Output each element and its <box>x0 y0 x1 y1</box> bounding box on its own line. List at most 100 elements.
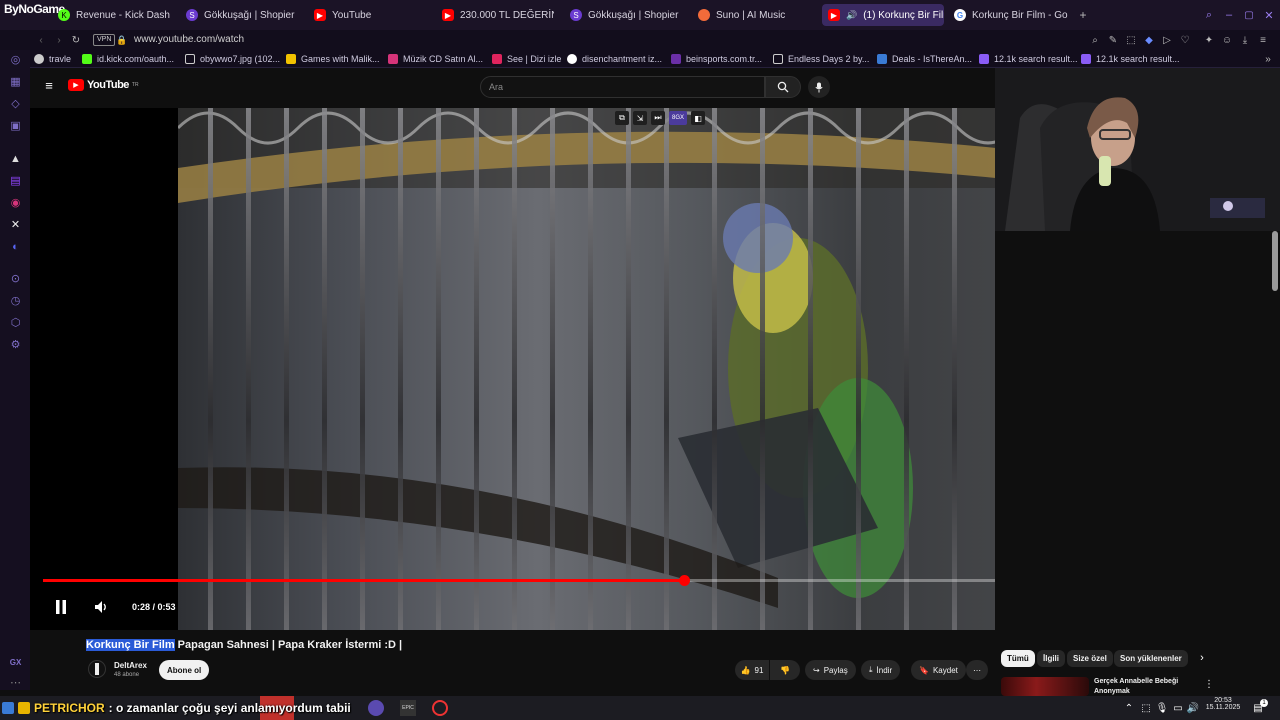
sidebar-speed-dial-icon[interactable]: ▦ <box>9 75 22 88</box>
sidebar-messenger-icon[interactable]: ▣ <box>9 119 22 132</box>
search-button[interactable] <box>765 76 801 98</box>
next-icon[interactable]: ⏭ <box>651 111 665 125</box>
tab-kick-dashboard[interactable]: K Revenue - Kick Dashboard <box>58 4 170 26</box>
taskbar-epic-icon[interactable]: EPIC <box>400 700 416 716</box>
bookmark-kick-oauth[interactable]: id.kick.com/oauth... <box>82 50 174 68</box>
bookmark-games[interactable]: Games with Malik... <box>286 50 380 68</box>
tab-suno[interactable]: Suno | AI Music <box>698 4 810 26</box>
tab-active-korkunc-film[interactable]: ▶ 🔊 (1) Korkunç Bir Film P <box>822 4 944 26</box>
recommendation-menu-icon[interactable]: ⋮ <box>1204 677 1214 691</box>
bookmark-beinsports[interactable]: beinsports.com.tr... <box>671 50 762 68</box>
bookmark-dizi[interactable]: See | Dizi izle <box>492 50 561 68</box>
reload-button[interactable]: ↻ <box>70 33 82 47</box>
zoom-icon[interactable]: ⌕ <box>1089 33 1101 47</box>
tab-shopier[interactable]: S Gökkuşağı | Shopier <box>186 4 298 26</box>
more-bookmarks-icon[interactable]: » <box>1262 52 1274 66</box>
chips-next-icon[interactable]: › <box>1195 651 1209 665</box>
tray-mic-icon[interactable]: 🎙 <box>1156 701 1169 715</box>
search-input[interactable]: Ara <box>480 76 765 98</box>
sidebar-instagram-icon[interactable]: ◉ <box>9 196 22 209</box>
sidebar-history-icon[interactable]: ◷ <box>9 294 22 307</box>
chip-ilgili[interactable]: İlgili <box>1037 650 1065 667</box>
minimize-button[interactable]: – <box>1222 8 1236 22</box>
bookmark-search-2[interactable]: 12.1k search result... <box>1081 50 1180 68</box>
audio-playing-icon[interactable]: 🔊 <box>846 10 857 21</box>
sidebar-ai-icon[interactable]: ◎ <box>9 53 22 66</box>
progress-bar[interactable] <box>43 575 1124 586</box>
tab-youtube[interactable]: ▶ YouTube <box>314 4 426 26</box>
sidebar-a-icon[interactable]: ▲ <box>9 152 22 165</box>
bookmark-muzik[interactable]: Müzik CD Satın Al... <box>388 50 483 68</box>
sidebar-x-icon[interactable]: ✕ <box>9 218 22 231</box>
share-button[interactable]: ↪ Paylaş <box>805 660 856 680</box>
bookmark-disenchantment[interactable]: disenchantment iz... <box>567 50 662 68</box>
menu-icon[interactable]: ≡ <box>1257 33 1269 47</box>
tray-clock[interactable]: 20:53 15.11.2025 <box>1205 697 1241 711</box>
save-button[interactable]: 🔖 Kaydet <box>911 660 966 680</box>
tray-app-icon[interactable]: ⬚ <box>1140 701 1152 715</box>
profile-icon[interactable]: ☺ <box>1221 33 1233 47</box>
bookmark-image[interactable]: obywwo7.jpg (102... <box>185 50 280 68</box>
screenshot-icon[interactable]: ⬚ <box>1125 33 1137 47</box>
sidebar-player-icon[interactable]: ◇ <box>9 97 22 110</box>
forward-button[interactable]: › <box>53 33 65 47</box>
pin-icon[interactable]: ✎ <box>1107 33 1119 47</box>
sidebar-pinboard-icon[interactable]: ⊙ <box>9 272 22 285</box>
bookmark-deals[interactable]: Deals - IsThereAn... <box>877 50 972 68</box>
url-field[interactable]: www.youtube.com/watch <box>134 34 244 45</box>
sidebar-twitch-icon[interactable]: ▤ <box>9 174 22 187</box>
search-tabs-icon[interactable]: ⌕ <box>1202 8 1216 22</box>
download-button[interactable]: ⤓ İndir <box>861 660 901 680</box>
voice-search-button[interactable] <box>808 76 830 98</box>
chip-son-yuklenenler[interactable]: Son yüklenenler <box>1114 650 1188 667</box>
subscribe-button[interactable]: Abone ol <box>159 660 210 680</box>
bookmark-travle[interactable]: travle <box>34 50 71 68</box>
video-frame-parrot-cage[interactable] <box>178 108 1124 630</box>
taskbar-app-discord-icon[interactable] <box>368 700 384 716</box>
tray-volume-icon[interactable]: 🔊 <box>1187 701 1199 715</box>
chip-tumu[interactable]: Tümü <box>1001 650 1035 667</box>
sidebar-extensions-icon[interactable]: ⬡ <box>9 316 22 329</box>
channel-avatar[interactable] <box>88 660 106 678</box>
taskbar-opera-icon[interactable] <box>432 700 448 716</box>
like-button[interactable]: 👍 91 <box>735 660 769 680</box>
download-icon[interactable]: ⤓ <box>1239 33 1251 47</box>
new-tab-button[interactable]: + <box>1076 8 1090 22</box>
sidebar-more-icon[interactable]: ⋯ <box>9 676 22 689</box>
tab-google-search[interactable]: G Korkunç Bir Film - Google <box>954 4 1068 26</box>
youtube-logo[interactable]: ▶ YouTube TR <box>68 79 139 91</box>
tray-expand-icon[interactable]: ⌃ <box>1123 701 1135 715</box>
extensions-icon[interactable]: ✦ <box>1203 33 1215 47</box>
hamburger-menu-icon[interactable]: ≡ <box>42 78 56 93</box>
lock-icon[interactable]: 🔒 <box>116 33 127 47</box>
tray-network-icon[interactable]: ▭ <box>1172 701 1184 715</box>
bookmark-search-1[interactable]: 12.1k search result... <box>979 50 1078 68</box>
maximize-button[interactable]: ▢ <box>1242 8 1256 22</box>
recommendation-thumbnail[interactable] <box>1001 677 1089 696</box>
pause-button[interactable] <box>50 597 72 617</box>
back-button[interactable]: ‹ <box>35 33 47 47</box>
sidebar-settings-icon[interactable]: ⚙ <box>9 338 22 351</box>
sidebar-discord-icon[interactable]: ◐ <box>9 240 22 253</box>
sidebar-gx-label[interactable]: GX <box>9 656 22 669</box>
volume-button[interactable] <box>92 597 112 617</box>
tab-youtube-230k[interactable]: ▶ 230.000 TL DEĞERİNDE <box>442 4 554 26</box>
more-actions-button[interactable]: ⋯ <box>966 660 988 680</box>
bookmark-endless-days[interactable]: Endless Days 2 by... <box>773 50 869 68</box>
shield-icon[interactable]: ◆ <box>1143 33 1155 47</box>
video-player[interactable]: ⧉ ⇲ ⏭ 8GX ◧ 0:28 / 0:53 ▭ ⚙ HD ⧈ ⤢ <box>30 108 1124 630</box>
tab-shopier-2[interactable]: S Gökkuşağı | Shopier <box>570 4 682 26</box>
heart-icon[interactable]: ♡ <box>1179 33 1191 47</box>
chip-size-ozel[interactable]: Size özel <box>1067 650 1113 667</box>
page-scrollbar[interactable] <box>1272 231 1278 291</box>
dislike-button[interactable]: 👎 <box>770 660 800 680</box>
close-window-button[interactable]: ✕ <box>1262 8 1276 22</box>
popout-icon[interactable]: ⧉ <box>615 111 629 125</box>
theater-icon[interactable]: ◧ <box>691 111 705 125</box>
channel-name[interactable]: DeltArex <box>114 661 147 670</box>
vpn-badge[interactable]: VPN <box>93 34 116 46</box>
detach-icon[interactable]: ⇲ <box>633 111 647 125</box>
play-icon[interactable]: ▷ <box>1161 33 1173 47</box>
recommendation-title[interactable]: Gerçek Annabelle Bebeği <box>1094 678 1178 685</box>
gx-popout-label[interactable]: 8GX <box>669 111 687 125</box>
